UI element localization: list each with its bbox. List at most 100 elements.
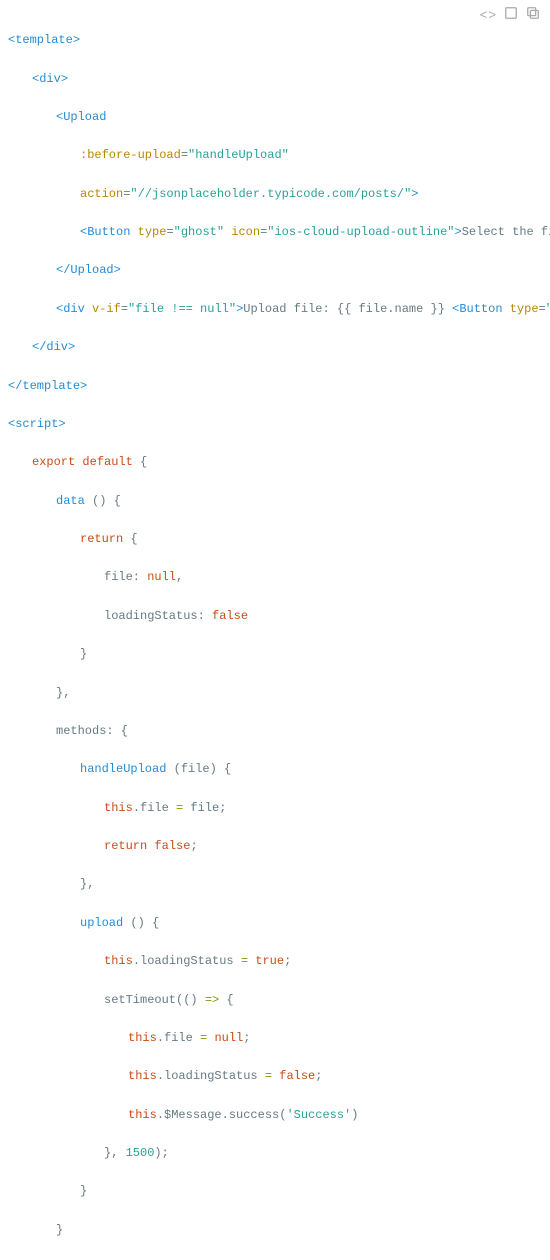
sp	[272, 1069, 279, 1083]
method: upload	[80, 916, 123, 930]
attr-val: "file !== null"	[128, 302, 236, 316]
method: handleUpload	[80, 762, 166, 776]
prop: .file	[133, 801, 176, 815]
arrow: =>	[205, 993, 219, 1007]
brace: }	[56, 1223, 63, 1237]
tag-close: >	[58, 417, 65, 431]
attr-name: :before-upload	[80, 148, 181, 162]
tag-close: >	[61, 72, 68, 86]
tag-close: >	[73, 33, 80, 47]
true: true	[255, 954, 284, 968]
code-toolbar: < >	[480, 6, 540, 28]
sp	[147, 839, 154, 853]
tag-close: >	[80, 379, 87, 393]
attr-name: icon	[231, 225, 260, 239]
prop: file:	[104, 570, 147, 584]
tag-name: script	[15, 417, 58, 431]
sp	[130, 225, 137, 239]
brace: (file) {	[166, 762, 231, 776]
eq: =	[166, 225, 173, 239]
call: .$Message.success(	[157, 1108, 287, 1122]
tag-open: </	[56, 263, 70, 277]
attr-name: v-if	[92, 302, 121, 316]
tag-name: template	[15, 33, 73, 47]
expand-icon[interactable]	[504, 6, 518, 28]
attr-val: "tex	[546, 302, 550, 316]
sp	[248, 954, 255, 968]
brace: {	[219, 993, 233, 1007]
text: Select the file	[462, 225, 550, 239]
this: this	[128, 1031, 157, 1045]
brace: }	[80, 1184, 87, 1198]
code-view-icon[interactable]: < >	[480, 6, 496, 28]
eq: =	[121, 302, 128, 316]
attr-val: "ios-cloud-upload-outline"	[267, 225, 454, 239]
tag-close: >	[68, 340, 75, 354]
tag-close: >	[455, 225, 462, 239]
code-block: <template> <div> <Upload :before-upload=…	[0, 0, 550, 1260]
prop: .file	[157, 1031, 200, 1045]
attr-val: "ghost"	[174, 225, 224, 239]
this: this	[128, 1108, 157, 1122]
null: null	[214, 1031, 243, 1045]
null: null	[147, 570, 176, 584]
sp	[503, 302, 510, 316]
val: file;	[183, 801, 226, 815]
brace: },	[104, 1146, 126, 1160]
tag-open: </	[32, 340, 46, 354]
attr-name: action	[80, 187, 123, 201]
brace: {	[133, 455, 147, 469]
brace: },	[80, 877, 94, 891]
tag-name: div	[46, 340, 68, 354]
this: this	[128, 1069, 157, 1083]
op: =	[176, 801, 183, 815]
this: this	[104, 801, 133, 815]
tag-name: Upload	[63, 110, 106, 124]
false: false	[154, 839, 190, 853]
number: 1500	[126, 1146, 155, 1160]
eq: =	[181, 148, 188, 162]
prop: loadingStatus:	[104, 609, 212, 623]
attr-val: "handleUpload"	[188, 148, 289, 162]
paren: );	[154, 1146, 168, 1160]
brace: () {	[123, 916, 159, 930]
tag-close: >	[411, 187, 418, 201]
false: false	[279, 1069, 315, 1083]
semi: ;	[315, 1069, 322, 1083]
op: =	[241, 954, 248, 968]
brace: () {	[85, 494, 121, 508]
attr-name: type	[510, 302, 539, 316]
tag-close: >	[114, 263, 121, 277]
kw: export	[32, 455, 75, 469]
copy-icon[interactable]	[526, 6, 540, 28]
prop: .loadingStatus	[157, 1069, 265, 1083]
kw: return	[80, 532, 123, 546]
op: =	[200, 1031, 207, 1045]
this: this	[104, 954, 133, 968]
comma: ,	[176, 570, 183, 584]
eq: =	[539, 302, 546, 316]
sp	[207, 1031, 214, 1045]
prop: .loadingStatus	[133, 954, 241, 968]
tag-open: </	[8, 379, 22, 393]
semi: ;	[190, 839, 197, 853]
kw: return	[104, 839, 147, 853]
tag-name: Button	[87, 225, 130, 239]
tag-name: Button	[459, 302, 502, 316]
method: data	[56, 494, 85, 508]
semi: ;	[243, 1031, 250, 1045]
tag-name: Upload	[70, 263, 113, 277]
brace: {	[123, 532, 137, 546]
false: false	[212, 609, 248, 623]
op: =	[265, 1069, 272, 1083]
string: 'Success'	[286, 1108, 351, 1122]
prop: methods: {	[56, 724, 128, 738]
tag-name: div	[63, 302, 85, 316]
call: setTimeout(()	[104, 993, 205, 1007]
semi: ;	[284, 954, 291, 968]
sp	[85, 302, 92, 316]
text: Upload file: {{ file.name }}	[243, 302, 452, 316]
brace: },	[56, 686, 70, 700]
tag-name: template	[22, 379, 80, 393]
kw: default	[82, 455, 132, 469]
